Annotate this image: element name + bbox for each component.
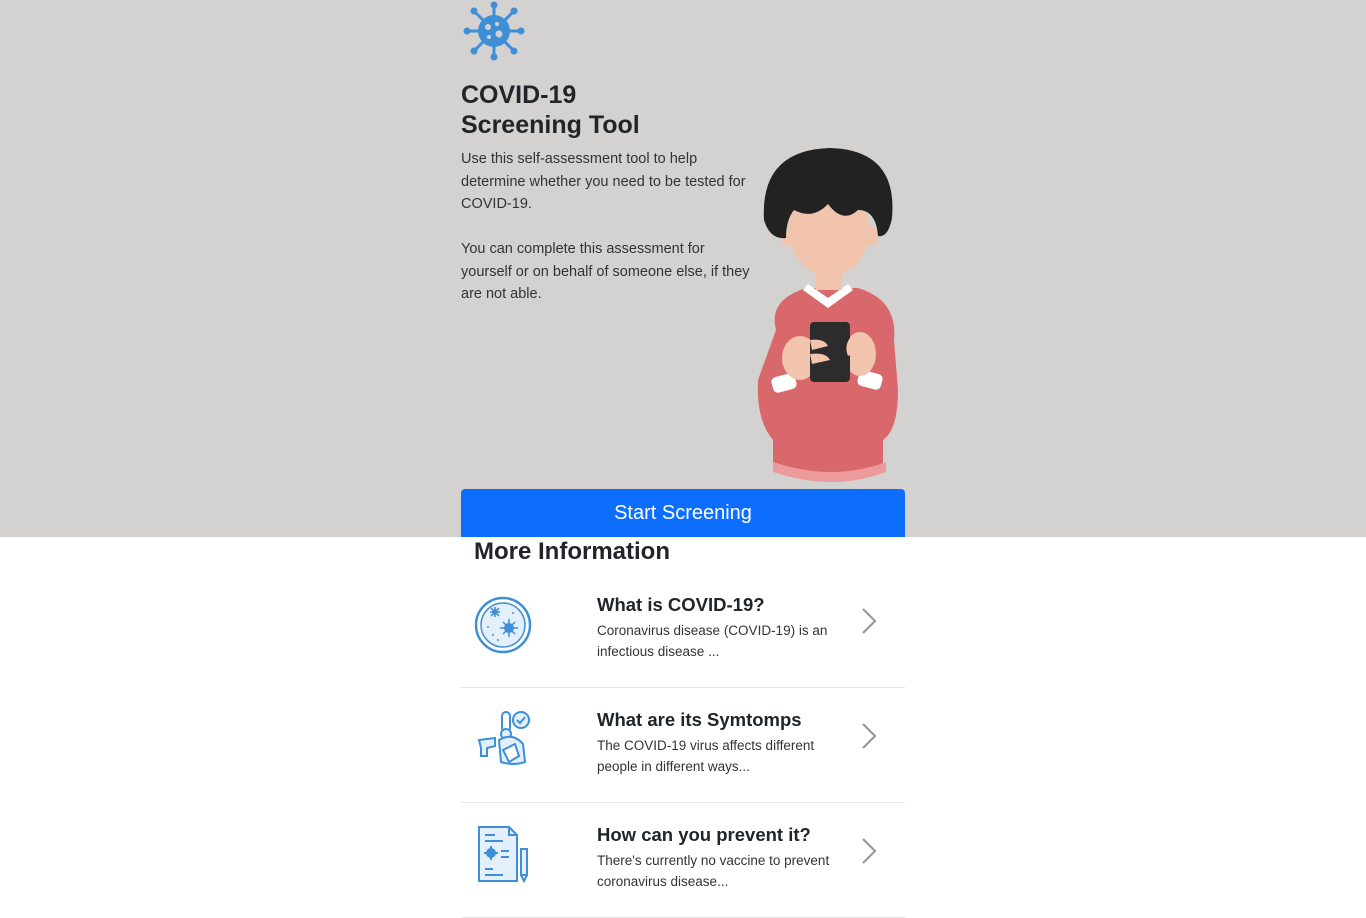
info-text: Coronavirus disease (COVID-19) is an inf… — [597, 623, 828, 659]
chevron-right-icon[interactable] — [859, 605, 879, 637]
symptoms-thermometer-icon — [477, 711, 530, 765]
info-heading: How can you prevent it? — [597, 824, 811, 845]
info-heading: What are its Symtomps — [597, 709, 802, 730]
title-line-1: COVID-19 — [461, 81, 577, 109]
petri-dish-virus-icon — [474, 596, 532, 654]
intro-description: Use this self-assessment tool to help de… — [461, 151, 746, 212]
more-information-heading: More Information — [474, 538, 670, 565]
info-text: There's currently no vaccine to prevent … — [597, 853, 830, 889]
info-heading: What is COVID-19? — [597, 594, 765, 615]
person-with-phone-illustration — [757, 148, 898, 482]
info-item-prevention[interactable]: How can you prevent it? There's currentl… — [461, 803, 905, 918]
info-item-symptoms[interactable]: What are its Symtomps The COVID-19 virus… — [461, 688, 905, 803]
start-screening-button[interactable]: Start Screening — [461, 489, 905, 537]
page-title: COVID-19 Screening Tool — [461, 80, 640, 140]
title-line-2: Screening Tool — [461, 111, 640, 139]
virus-icon — [463, 1, 525, 61]
chevron-right-icon[interactable] — [859, 835, 879, 867]
info-text: The COVID-19 virus affects different peo… — [597, 738, 815, 774]
chevron-right-icon[interactable] — [859, 720, 879, 752]
prevention-document-icon — [478, 826, 528, 884]
assessment-note: You can complete this assessment for you… — [461, 241, 750, 302]
info-item-what-is-covid[interactable]: What is COVID-19? Coronavirus disease (C… — [461, 573, 905, 688]
hero-section: COVID-19 Screening Tool Use this self-as… — [0, 0, 1366, 537]
